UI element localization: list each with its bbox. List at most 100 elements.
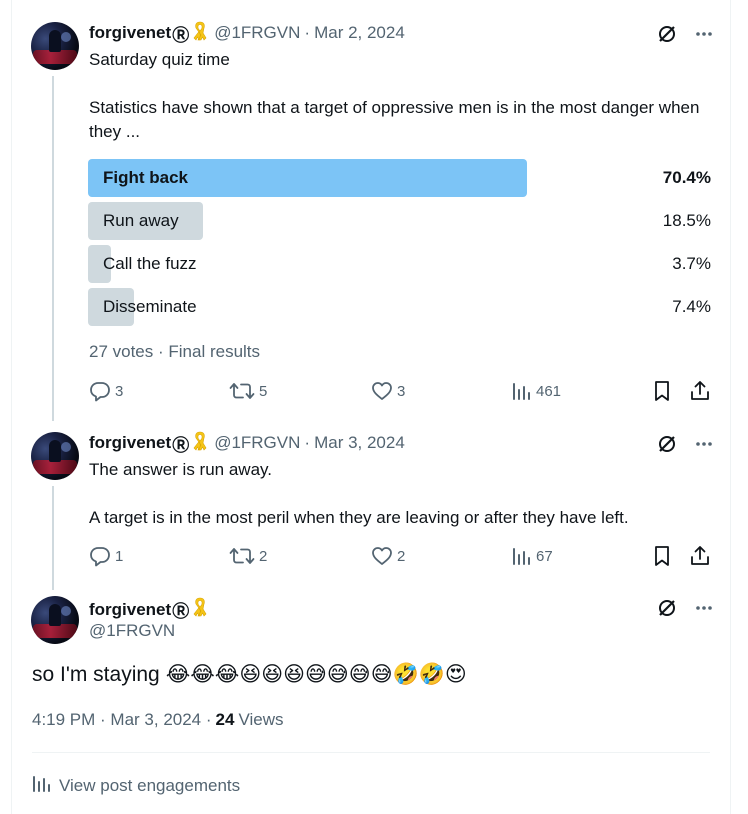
poll-option: Call the fuzz 3.7% <box>88 245 711 283</box>
separator-dot: · <box>158 342 169 361</box>
divider <box>32 752 710 753</box>
share-icon <box>689 380 711 402</box>
poll-option-percent: 3.7% <box>672 254 711 273</box>
poll-option-label: Fight back <box>103 168 189 187</box>
reply-button[interactable]: 1 <box>89 545 123 567</box>
view-count: 24 <box>215 710 235 729</box>
tweet-date[interactable]: Mar 2, 2024 <box>314 23 405 43</box>
poll-status: Final results <box>168 342 261 361</box>
tweet-top-actions <box>657 24 713 49</box>
separator-dot: · <box>95 710 111 729</box>
share-button[interactable] <box>689 380 711 402</box>
grok-icon[interactable] <box>657 24 677 49</box>
display-name[interactable]: forgivenet <box>89 433 171 453</box>
bookmark-button[interactable] <box>653 545 671 567</box>
poll-option: Fight back 70.4% <box>88 159 711 197</box>
repost-icon <box>229 545 255 567</box>
views-count: 67 <box>536 547 553 565</box>
tweet-text-line2: A target is in the most peril when they … <box>89 508 629 527</box>
views-count: 461 <box>536 382 562 400</box>
like-icon <box>371 545 393 567</box>
poll-option-percent: 7.4% <box>672 297 711 316</box>
handle[interactable]: @1FRGVN <box>214 23 300 43</box>
reply-count: 3 <box>115 382 124 400</box>
tweet-text-line2: Statistics have shown that a target of o… <box>89 98 700 141</box>
like-count: 2 <box>397 547 406 565</box>
separator-dot: · <box>304 23 311 42</box>
display-name[interactable]: forgivenet <box>89 23 171 43</box>
handle[interactable]: @1FRGVN <box>214 433 300 453</box>
action-bar: 3 5 3 461 <box>89 380 711 404</box>
like-icon <box>371 380 393 402</box>
thread-line <box>52 486 54 590</box>
registered-mark: Ⓡ <box>172 602 190 621</box>
poll-option-label: Disseminate <box>103 297 197 316</box>
views-icon <box>512 380 532 402</box>
tweet-date[interactable]: Mar 3, 2024 <box>110 710 201 730</box>
like-button[interactable]: 3 <box>371 380 405 402</box>
grok-icon[interactable] <box>657 434 677 459</box>
registered-mark: Ⓡ <box>172 25 190 45</box>
avatar[interactable] <box>31 432 79 480</box>
tweet-text: so I'm staying 😂😂😂😆😆😆😅😅😅😅🤣🤣😍 <box>32 662 467 687</box>
thread-line <box>52 76 54 421</box>
tweet-header: forgivenet Ⓡ <box>89 597 214 622</box>
views-label: Views <box>238 710 284 729</box>
engagements-label: View post engagements <box>59 775 241 795</box>
more-icon[interactable] <box>695 24 713 49</box>
views-icon <box>32 773 52 798</box>
avatar[interactable] <box>31 22 79 70</box>
repost-button[interactable]: 5 <box>229 380 267 402</box>
tweet-top-actions <box>657 434 713 459</box>
like-count: 3 <box>397 382 406 400</box>
view-engagements-link[interactable]: View post engagements <box>32 773 240 798</box>
poll-votes: 27 votes <box>89 342 154 361</box>
tweet-header: forgivenet Ⓡ @1FRGVN · Mar 3, 2024 <box>89 431 405 456</box>
views-icon <box>512 545 532 567</box>
tweet-timestamp: 4:19 PM · Mar 3, 2024 · 24 Views <box>32 710 284 730</box>
share-button[interactable] <box>689 545 711 567</box>
avatar[interactable] <box>31 596 79 644</box>
repost-icon <box>229 380 255 402</box>
reply-icon <box>89 380 111 402</box>
display-name[interactable]: forgivenet <box>89 600 171 620</box>
poll-option-percent: 18.5% <box>662 211 711 230</box>
repost-count: 2 <box>259 547 268 565</box>
like-button[interactable]: 2 <box>371 545 405 567</box>
grok-icon[interactable] <box>657 598 677 623</box>
bookmark-button[interactable] <box>653 380 671 402</box>
tweet-text-line1: The answer is run away. <box>89 460 272 479</box>
separator-dot: · <box>304 433 311 452</box>
poll-option: Run away 18.5% <box>88 202 711 240</box>
tweet-top-actions <box>657 598 713 623</box>
ribbon-icon <box>192 21 208 46</box>
tweet-time[interactable]: 4:19 PM <box>32 710 95 730</box>
tweet-date[interactable]: Mar 3, 2024 <box>314 433 405 453</box>
poll-option-label: Run away <box>103 211 179 230</box>
bookmark-icon <box>653 545 671 567</box>
views-button[interactable]: 67 <box>512 545 553 567</box>
ribbon-icon <box>192 431 208 456</box>
more-icon[interactable] <box>695 434 713 459</box>
tweet-text-body: so I'm staying <box>32 662 160 686</box>
poll-option-percent: 70.4% <box>662 168 711 187</box>
reply-count: 1 <box>115 547 124 565</box>
handle[interactable]: @1FRGVN <box>89 621 175 641</box>
poll-option-label: Call the fuzz <box>103 254 197 273</box>
separator-dot: · <box>201 710 212 729</box>
repost-count: 5 <box>259 382 268 400</box>
share-icon <box>689 545 711 567</box>
emoji-sequence: 😂😂😂😆😆😆😅😅😅😅🤣🤣😍 <box>165 663 467 686</box>
poll-option: Disseminate 7.4% <box>88 288 711 326</box>
action-bar: 1 2 2 67 <box>89 545 711 569</box>
tweet-header: forgivenet Ⓡ @1FRGVN · Mar 2, 2024 <box>89 21 405 46</box>
bookmark-icon <box>653 380 671 402</box>
reply-icon <box>89 545 111 567</box>
views-button[interactable]: 461 <box>512 380 561 402</box>
repost-button[interactable]: 2 <box>229 545 267 567</box>
tweet-text-line1: Saturday quiz time <box>89 50 230 69</box>
reply-button[interactable]: 3 <box>89 380 123 402</box>
poll-meta: 27 votes · Final results <box>89 342 260 362</box>
ribbon-icon <box>192 597 208 622</box>
more-icon[interactable] <box>695 598 713 623</box>
